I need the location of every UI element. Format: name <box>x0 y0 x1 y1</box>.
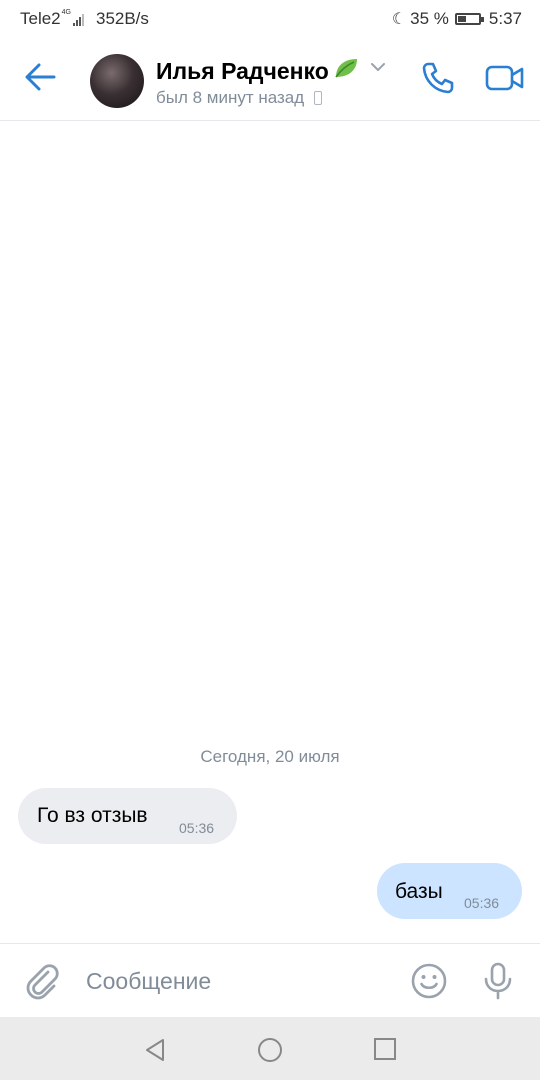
chevron-down-icon[interactable] <box>370 60 386 78</box>
battery-icon <box>454 13 484 25</box>
mobile-device-icon <box>314 91 323 105</box>
status-bar: Tele2 4G 352B/s ☾ 35 % 5:37 <box>0 0 540 36</box>
contact-name[interactable]: Илья Радченко <box>156 56 359 86</box>
microphone-icon[interactable] <box>482 962 514 1005</box>
signal-icon <box>72 12 84 26</box>
do-not-disturb-icon: ☾ <box>391 11 407 28</box>
attach-icon[interactable] <box>24 962 60 1005</box>
outgoing-message-bubble[interactable]: базы 05:36 <box>377 863 522 919</box>
back-arrow-icon[interactable] <box>24 62 56 97</box>
chat-header: Илья Радченко был 8 минут назад <box>0 36 540 121</box>
battery-percent-label: 35 % <box>410 9 449 28</box>
status-left: Tele2 4G 352B/s <box>20 9 149 29</box>
contact-name-label: Илья Радченко <box>156 57 329 84</box>
avatar[interactable] <box>90 54 144 108</box>
system-navigation-bar <box>0 1017 540 1080</box>
status-right: ☾ 35 % 5:37 <box>392 9 522 29</box>
nav-home-icon[interactable] <box>257 1037 283 1068</box>
battery-level <box>457 16 466 22</box>
last-seen-status: был 8 минут назад <box>156 88 323 108</box>
message-text: Го вз отзыв <box>37 804 148 827</box>
video-call-icon[interactable] <box>485 64 525 97</box>
carrier-label: Tele2 <box>20 9 61 28</box>
call-icon[interactable] <box>420 60 456 101</box>
leaf-icon <box>333 56 359 86</box>
emoji-icon[interactable] <box>410 962 448 1005</box>
network-speed-label: 352B/s <box>95 9 149 28</box>
nav-recents-icon[interactable] <box>373 1037 397 1066</box>
message-text: базы <box>395 880 443 903</box>
message-time: 05:36 <box>179 820 215 836</box>
clock-label: 5:37 <box>488 9 522 28</box>
incoming-message-bubble[interactable]: Го вз отзыв 05:36 <box>18 788 237 844</box>
date-separator: Сегодня, 20 июля <box>200 747 340 766</box>
message-input[interactable] <box>86 964 386 998</box>
message-time: 05:36 <box>464 895 500 911</box>
message-composer <box>0 943 540 1018</box>
nav-back-icon[interactable] <box>143 1037 167 1068</box>
last-seen-label: был 8 минут назад <box>156 88 305 107</box>
network-type-label: 4G <box>61 8 71 16</box>
